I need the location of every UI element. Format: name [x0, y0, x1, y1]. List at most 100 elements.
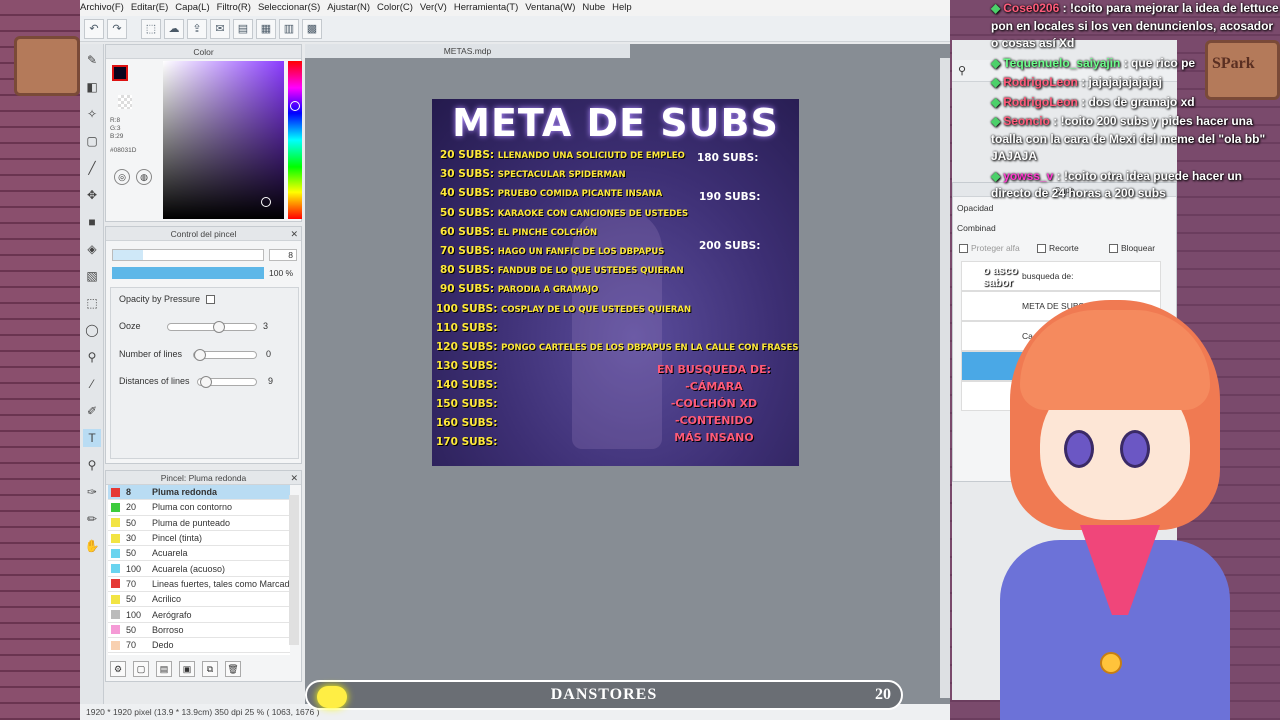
- delete-pen-icon[interactable]: 🗑: [225, 661, 241, 677]
- hand-icon[interactable]: ✋: [83, 537, 101, 555]
- color-palette-icon[interactable]: ◍: [136, 169, 152, 185]
- document-tab[interactable]: METAS.mdp: [305, 44, 630, 58]
- brush-size-slider[interactable]: [112, 249, 264, 261]
- brush-size-value[interactable]: 8: [269, 249, 297, 261]
- pen-item[interactable]: 30 Pincel (tinta): [108, 530, 290, 547]
- pen-item[interactable]: 50 Borroso: [108, 622, 290, 638]
- foreground-color-swatch[interactable]: [112, 65, 128, 81]
- pen-item[interactable]: 100Brillante: [108, 653, 290, 655]
- ooze-slider[interactable]: [167, 321, 257, 333]
- lines-slider[interactable]: [193, 349, 257, 361]
- comment-icon[interactable]: ▤: [233, 18, 253, 39]
- magic-wand-icon[interactable]: ✧: [83, 105, 101, 123]
- pen-size: 50: [126, 624, 137, 635]
- meta-subs: 100 SUBS:: [436, 303, 502, 315]
- background-color-swatch[interactable]: [118, 95, 132, 109]
- select-rect-icon[interactable]: ▢: [83, 132, 101, 150]
- eyedropper-icon[interactable]: ⁄: [83, 375, 101, 393]
- menu-ver[interactable]: Ver(V): [420, 0, 454, 16]
- clip-checkbox[interactable]: [1037, 244, 1046, 254]
- dropper-icon[interactable]: ✑: [83, 483, 101, 501]
- bucket-icon[interactable]: ◈: [83, 240, 101, 258]
- opacity-slider[interactable]: [112, 267, 264, 279]
- opacity-pressure-checkbox[interactable]: [206, 295, 216, 305]
- menu-editar[interactable]: Editar(E): [131, 0, 175, 16]
- copy-pen-icon[interactable]: ⧉: [202, 661, 218, 677]
- pen-tool-icon[interactable]: ✎: [83, 51, 101, 69]
- vertical-scrollbar[interactable]: [940, 58, 950, 698]
- redo-icon[interactable]: ↷: [107, 18, 127, 39]
- pen-settings-icon[interactable]: ⚙: [110, 661, 126, 677]
- hue-handle[interactable]: [290, 101, 300, 111]
- chat-icon[interactable]: ✉: [210, 18, 230, 39]
- menu-archivo[interactable]: Archivo(F): [80, 0, 131, 16]
- new-pen-icon[interactable]: ▢: [133, 661, 149, 677]
- color-wheel-icon[interactable]: ◎: [114, 169, 130, 185]
- fill-rect-icon[interactable]: ■: [83, 213, 101, 231]
- pipette-icon[interactable]: ✏: [83, 510, 101, 528]
- grid-dense-icon[interactable]: ▩: [302, 18, 322, 39]
- meta-item: 70 SUBS: HAGO UN FANFIC DE LOS DBPAPUS: [440, 245, 664, 257]
- pen-item[interactable]: 70 Dedo: [108, 637, 290, 654]
- artwork-canvas[interactable]: META DE SUBS 20 SUBS: LLENANDO UNA SOLIC…: [432, 99, 799, 466]
- chat-message: ◆ Tequenuelo_saiyajin : que rico pe: [986, 55, 1280, 73]
- select-dotted-icon[interactable]: ⬚: [83, 294, 101, 312]
- meta-subs: 140 SUBS:: [436, 379, 498, 391]
- pen-name: Lineas fuertes, tales como Marcad: [152, 578, 290, 589]
- meta-item: 150 SUBS:: [436, 398, 497, 410]
- close-icon[interactable]: ✕: [290, 227, 298, 241]
- menu-help[interactable]: Help: [612, 0, 639, 16]
- lasso-icon[interactable]: ◯: [83, 321, 101, 339]
- line-tool-icon[interactable]: ╱: [83, 159, 101, 177]
- pen-item[interactable]: 50 Acuarela: [108, 546, 290, 562]
- wand-icon[interactable]: ⚲: [83, 348, 101, 366]
- zoom-icon[interactable]: ⚲: [958, 64, 966, 77]
- pen-scrollbar[interactable]: [289, 495, 299, 645]
- lines-value: 0: [266, 349, 272, 359]
- pen-item[interactable]: 100 Aerógrafo: [108, 607, 290, 623]
- menu-herramienta[interactable]: Herramienta(T): [454, 0, 525, 16]
- color-panel: Color R:8 G:3 B:29 #08031D ◎ ◍: [105, 44, 302, 222]
- pen-item[interactable]: 20 Pluma con contorno: [108, 500, 290, 516]
- pen-item[interactable]: 100 Acuarela (acuoso): [108, 561, 290, 577]
- pen-item[interactable]: 50 Acrilico: [108, 592, 290, 608]
- cloud-icon[interactable]: ☁: [164, 18, 184, 39]
- menu-seleccionar[interactable]: Seleccionar(S): [258, 0, 327, 16]
- text-tool-icon[interactable]: T: [83, 429, 101, 447]
- grid-icon[interactable]: ▥: [279, 18, 299, 39]
- pen-list-panel: Pincel: Pluma redonda ✕ 8 Pluma redonda 20 P…: [105, 470, 302, 682]
- pen-item[interactable]: 50 Pluma de punteado: [108, 515, 290, 531]
- menu-ajustar[interactable]: Ajustar(N): [327, 0, 377, 16]
- menu-filtro[interactable]: Filtro(R): [217, 0, 258, 16]
- color-picker-cursor[interactable]: [261, 197, 271, 207]
- deselect-icon[interactable]: ⬚: [141, 18, 161, 39]
- undo-icon[interactable]: ↶: [84, 18, 104, 39]
- protect-alpha-checkbox[interactable]: [959, 244, 968, 254]
- meta-item: 20 SUBS: LLENANDO UNA SOLICIUTD DE EMPLE…: [440, 149, 685, 161]
- avatar-button: [1100, 652, 1122, 674]
- lock-checkbox[interactable]: [1109, 244, 1118, 254]
- meta-desc: PARODIA A GRAMAJO: [497, 285, 599, 295]
- menu-color[interactable]: Color(C): [377, 0, 420, 16]
- pen-item[interactable]: 8 Pluma redonda: [108, 485, 290, 501]
- zoom-icon[interactable]: ⚲: [83, 456, 101, 474]
- brush-icon[interactable]: ✐: [83, 402, 101, 420]
- distance-slider[interactable]: [197, 376, 257, 388]
- menu-nube[interactable]: Nube: [582, 0, 612, 16]
- close-icon[interactable]: ✕: [290, 471, 298, 485]
- add-pen-icon[interactable]: ▤: [156, 661, 172, 677]
- menu-ventana[interactable]: Ventana(W): [525, 0, 582, 16]
- page-icon[interactable]: ▦: [256, 18, 276, 39]
- pen-folder-icon[interactable]: ▣: [179, 661, 195, 677]
- canvas-area[interactable]: METAS.mdp META DE SUBS 20 SUBS: LLENANDO…: [305, 44, 950, 704]
- menu-capa[interactable]: Capa(L): [175, 0, 216, 16]
- saturation-square[interactable]: [163, 61, 284, 219]
- eraser-tool-icon[interactable]: ◧: [83, 78, 101, 96]
- move-tool-icon[interactable]: ✥: [83, 186, 101, 204]
- pen-item[interactable]: 70 Lineas fuertes, tales como Marcad: [108, 576, 290, 593]
- upload-icon[interactable]: ⇪: [187, 18, 207, 39]
- pen-size: 70: [126, 578, 137, 589]
- hue-slider[interactable]: [288, 61, 302, 219]
- menu-bar: Archivo(F) Editar(E) Capa(L) Filtro(R) S…: [80, 0, 950, 16]
- gradient-icon[interactable]: ▧: [83, 267, 101, 285]
